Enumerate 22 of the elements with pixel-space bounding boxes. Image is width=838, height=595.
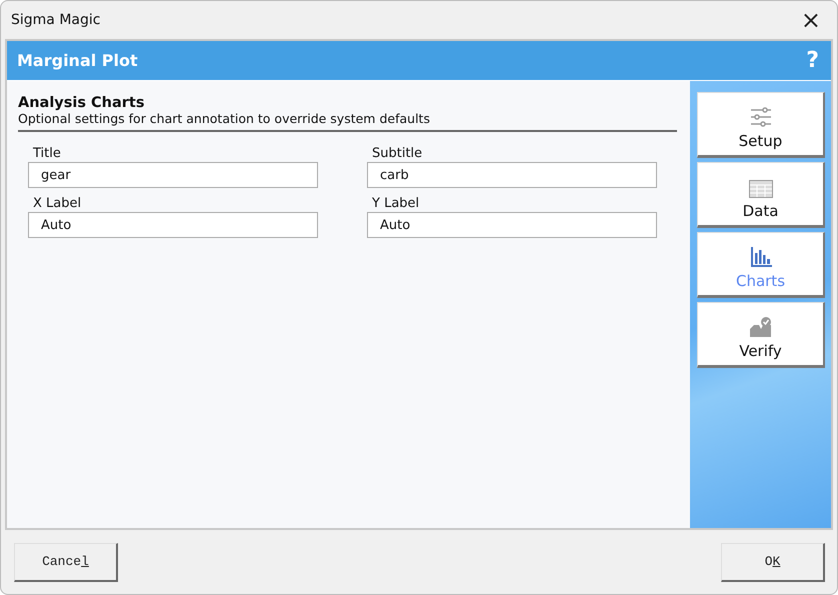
text-field[interactable]: gear (28, 162, 318, 188)
section-title: Analysis Charts (18, 95, 146, 111)
nav-button[interactable]: Setup (697, 92, 825, 158)
inbox-check-icon (748, 316, 772, 338)
dialog-title: Marginal Plot (17, 51, 138, 70)
field-label: Subtitle (372, 146, 424, 161)
window-title: Sigma Magic (11, 12, 100, 28)
cancel-button[interactable]: Cancel (14, 542, 118, 582)
sliders-icon (750, 106, 772, 128)
ok-button[interactable]: OK (721, 542, 825, 582)
nav-button[interactable]: Verify (697, 302, 825, 368)
nav-button[interactable]: Data (697, 162, 825, 228)
text-field[interactable]: carb (367, 162, 657, 188)
section-subtitle: Optional settings for chart annotation to override system defaults (18, 111, 677, 132)
text-field[interactable]: Auto (28, 212, 318, 238)
field-label: Y Label (372, 196, 420, 211)
close-button[interactable]: × (794, 6, 827, 34)
bar-chart-icon (750, 246, 772, 268)
field-label: Title (33, 146, 62, 161)
table-icon (748, 180, 772, 198)
field-label: X Label (33, 196, 82, 211)
text-field[interactable]: Auto (367, 212, 657, 238)
